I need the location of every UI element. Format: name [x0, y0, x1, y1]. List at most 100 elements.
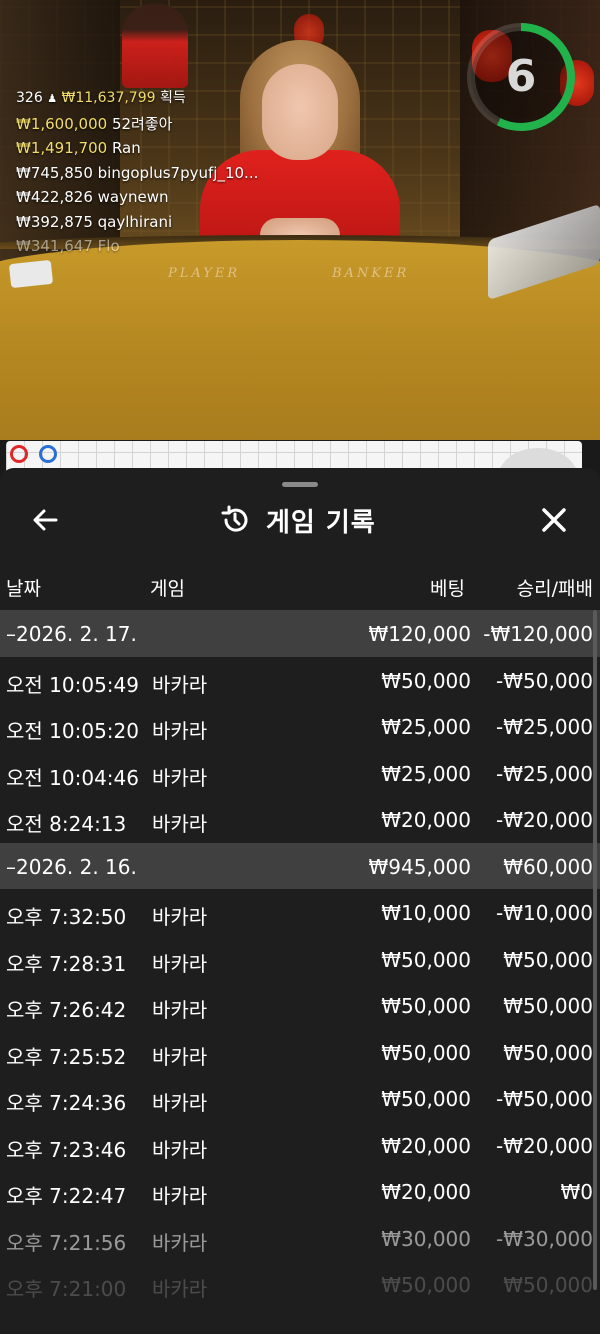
winner-row: ₩392,875 qaylhirani: [16, 210, 258, 235]
row-game: 바카라: [152, 1230, 208, 1255]
row-time: 오전 8:24:13: [6, 812, 127, 836]
winner-amount: ₩422,826: [16, 188, 93, 206]
sheet-grabber[interactable]: [282, 482, 318, 487]
history-row[interactable]: 오후 7:24:36 바카라 ₩50,000 -₩50,000: [0, 1075, 600, 1122]
winners-header: 326 ♟ ₩11,637,799 획득: [16, 86, 258, 112]
history-row[interactable]: 오전 8:24:13 바카라 ₩20,000 -₩20,000: [0, 796, 600, 843]
winner-row: ₩745,850 bingoplus7pyufj_10...: [16, 161, 258, 186]
row-result-amount: -₩20,000: [496, 808, 593, 832]
row-bet-amount: ₩50,000: [381, 947, 471, 972]
history-row[interactable]: 오후 7:28:31 바카라 ₩50,000 ₩50,000: [0, 936, 600, 983]
history-row[interactable]: 오후 7:32:50 바카라 ₩10,000 -₩10,000: [0, 889, 600, 936]
row-bet-amount: ₩120,000: [368, 622, 471, 646]
winner-name: Flo: [97, 237, 120, 255]
column-bet: 베팅: [430, 578, 465, 600]
game-history-sheet: 게임 기록 날짜 게임 베팅 승리/패배 –2026. 2. 17. ₩120,0…: [0, 468, 600, 1334]
row-time: 오후 7:24:36: [6, 1091, 127, 1115]
bead-road[interactable]: [6, 441, 582, 471]
history-row[interactable]: 오후 7:26:42 바카라 ₩50,000 ₩50,000: [0, 982, 600, 1029]
row-time: 오후 7:22:47: [6, 1184, 127, 1208]
history-row[interactable]: 오후 7:25:52 바카라 ₩50,000 ₩50,000: [0, 1029, 600, 1076]
person-icon: ♟: [47, 92, 58, 105]
date-group-row[interactable]: –2026. 2. 16. ₩945,000 ₩60,000: [0, 842, 600, 889]
row-result-amount: -₩50,000: [496, 668, 593, 693]
row-bet-amount: ₩50,000: [381, 1087, 471, 1111]
row-game: 바카라: [152, 1137, 208, 1162]
winner-amount: ₩745,850: [16, 163, 93, 182]
history-row[interactable]: 오후 7:22:47 바카라 ₩20,000 ₩0: [0, 1168, 600, 1215]
winners-list: 326 ♟ ₩11,637,799 획득 ₩1,600,000 52려좋아 ₩1…: [16, 86, 258, 259]
history-row[interactable]: 오전 10:05:20 바카라 ₩25,000 -₩25,000: [0, 703, 600, 750]
player-result-dot: [39, 445, 57, 463]
row-bet-amount: ₩945,000: [368, 854, 471, 879]
back-button[interactable]: [26, 500, 66, 540]
row-game: 바카라: [152, 998, 208, 1022]
close-button[interactable]: [534, 500, 574, 540]
row-bet-amount: ₩50,000: [381, 1273, 471, 1297]
row-time: 오전 10:04:46: [6, 765, 139, 790]
winner-amount: ₩392,875: [16, 212, 93, 231]
row-bet-amount: ₩25,000: [381, 715, 471, 739]
row-result-amount: ₩0: [560, 1180, 594, 1204]
winner-name: bingoplus7pyufj_10...: [97, 163, 259, 182]
row-result-amount: -₩25,000: [496, 715, 593, 739]
row-result-amount: ₩50,000: [503, 994, 593, 1018]
row-result-amount: ₩50,000: [503, 1040, 593, 1065]
row-result-amount: ₩50,000: [503, 1273, 593, 1297]
countdown-timer: 6: [462, 18, 580, 136]
row-result-amount: -₩50,000: [496, 1087, 593, 1111]
row-bet-amount: ₩20,000: [381, 1133, 471, 1158]
row-time: 오후 7:32:50: [6, 905, 127, 929]
row-time: 오전 10:05:20: [6, 719, 139, 743]
row-bet-amount: ₩20,000: [381, 1180, 471, 1204]
sheet-header: 게임 기록: [220, 498, 376, 542]
row-bet-amount: ₩50,000: [381, 668, 471, 693]
row-result-amount: ₩50,000: [503, 947, 593, 972]
close-icon: [542, 508, 566, 532]
history-row[interactable]: 오전 10:05:49 바카라 ₩50,000 -₩50,000: [0, 657, 600, 704]
winner-name: waynewn: [97, 188, 169, 206]
row-time: 오후 7:23:46: [6, 1137, 127, 1162]
row-game: 바카라: [152, 905, 208, 929]
row-result-amount: ₩60,000: [503, 854, 593, 879]
row-bet-amount: ₩50,000: [381, 1040, 471, 1065]
row-time: 오후 7:21:56: [6, 1230, 127, 1255]
row-bet-amount: ₩25,000: [381, 761, 471, 786]
row-game: 바카라: [152, 1091, 208, 1115]
live-video: PLAYER BANKER 326 ♟ ₩11,637,799 획득 ₩1,60…: [0, 0, 600, 440]
row-game: 바카라: [152, 1044, 208, 1069]
row-result-amount: -₩10,000: [496, 901, 593, 925]
row-game: 바카라: [152, 1184, 208, 1208]
winner-name: qaylhirani: [97, 212, 173, 231]
row-game: 바카라: [152, 672, 208, 697]
row-result-amount: -₩25,000: [496, 761, 593, 786]
row-time: 오후 7:28:31: [6, 951, 127, 976]
winner-amount: ₩1,491,700: [16, 139, 108, 157]
history-row[interactable]: 오후 7:21:56 바카라 ₩30,000 -₩30,000: [0, 1215, 600, 1262]
table-label-banker: BANKER: [332, 266, 410, 281]
column-date: 날짜: [6, 578, 41, 600]
date-group-row[interactable]: –2026. 2. 17. ₩120,000 -₩120,000: [0, 610, 600, 657]
row-result-amount: -₩120,000: [483, 622, 593, 646]
row-bet-amount: ₩30,000: [381, 1226, 471, 1251]
row-game: 바카라: [152, 812, 208, 836]
table-label-player: PLAYER: [168, 266, 241, 281]
row-game: 바카라: [152, 1277, 208, 1301]
group-date: –2026. 2. 16.: [6, 854, 137, 879]
row-time: 오후 7:26:42: [6, 998, 127, 1022]
history-row[interactable]: 오전 10:04:46 바카라 ₩25,000 -₩25,000: [0, 750, 600, 797]
history-row[interactable]: 오후 7:23:46 바카라 ₩20,000 -₩20,000: [0, 1122, 600, 1169]
winner-name: 52려좋아: [111, 114, 173, 133]
winner-amount: ₩1,600,000: [16, 114, 108, 133]
scrollbar[interactable]: [593, 610, 597, 1290]
row-time: 오전 10:05:49: [6, 672, 139, 697]
history-row[interactable]: 오후 7:21:00 바카라 ₩50,000 ₩50,000: [0, 1261, 600, 1308]
winners-count: 326: [16, 90, 43, 106]
winners-total: ₩11,637,799: [61, 90, 156, 106]
row-game: 바카라: [152, 951, 208, 976]
row-time: 오후 7:21:00: [6, 1277, 127, 1301]
row-result-amount: -₩20,000: [496, 1133, 593, 1158]
history-list[interactable]: –2026. 2. 17. ₩120,000 -₩120,000 오전 10:05:4…: [0, 610, 600, 1308]
winners-suffix: 획득: [159, 90, 186, 106]
card-box: [8, 259, 54, 289]
